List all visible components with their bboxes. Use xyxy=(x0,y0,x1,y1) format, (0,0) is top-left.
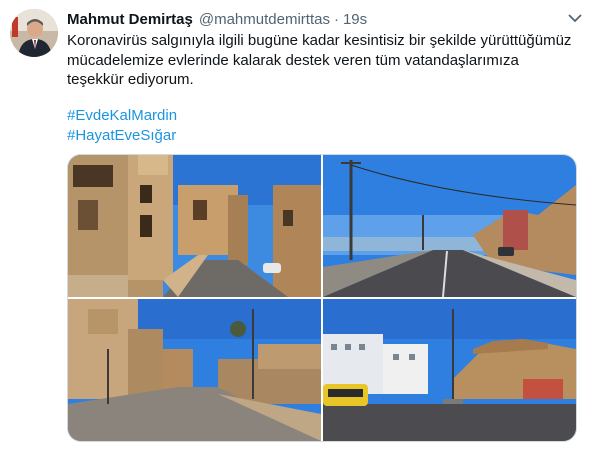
photo-stone-street[interactable] xyxy=(68,155,321,297)
tweet-text: Koronavirüs salgınıyla ilgili bugüne kad… xyxy=(67,32,572,88)
photo-square-castle[interactable] xyxy=(323,299,576,441)
author-handle[interactable]: @mahmutdemirttas xyxy=(199,11,330,28)
hashtag-link[interactable]: #HayatEveSığar xyxy=(67,126,176,146)
more-options-button[interactable] xyxy=(564,10,586,28)
chevron-down-icon xyxy=(568,10,582,28)
separator-dot: · xyxy=(333,10,339,28)
hashtag-link[interactable]: #EvdeKalMardin xyxy=(67,106,177,126)
photo-cobblestone-street[interactable] xyxy=(68,299,321,441)
tweet-time[interactable]: 19s xyxy=(343,11,367,28)
author-name[interactable]: Mahmut Demirtaş xyxy=(67,11,193,28)
avatar[interactable] xyxy=(10,9,58,57)
photo-road-view[interactable] xyxy=(323,155,576,297)
photo-grid xyxy=(67,154,577,442)
